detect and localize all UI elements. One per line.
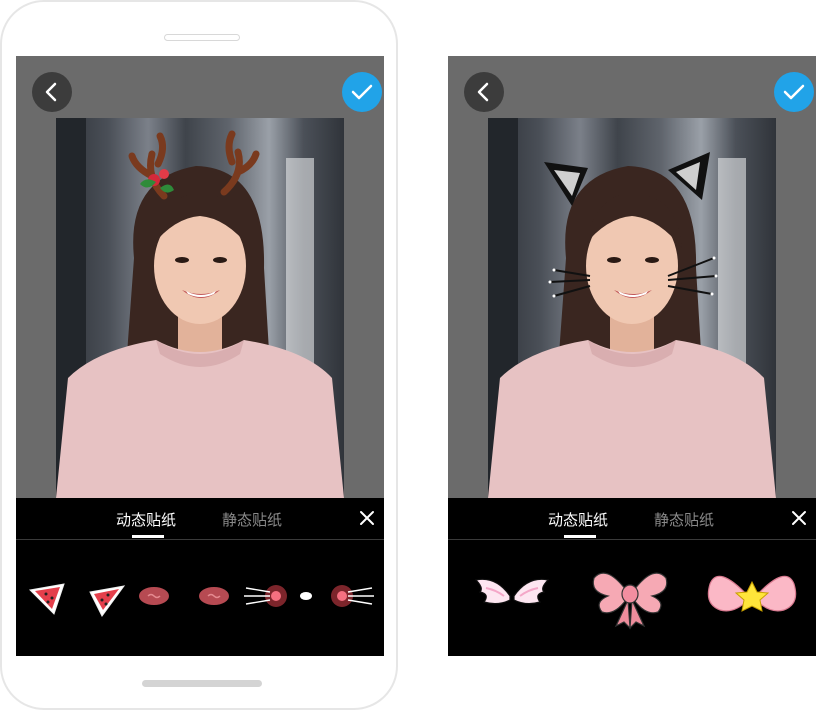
sticker-nose-dot[interactable] — [299, 590, 313, 602]
sticker-list — [16, 540, 384, 656]
back-button[interactable] — [464, 72, 504, 112]
active-tab-indicator — [564, 535, 596, 538]
sticker-panel: 动态贴纸 静态贴纸 — [16, 498, 384, 656]
phone-speaker — [164, 34, 240, 41]
sticker-watermelon-ear-right[interactable] — [84, 578, 128, 618]
checkmark-icon — [783, 84, 805, 100]
tab-dynamic-stickers[interactable]: 动态贴纸 — [548, 509, 608, 530]
sticker-editor-screen-left: 动态贴纸 静态贴纸 — [16, 56, 384, 656]
sticker-whisker-blush-left[interactable] — [242, 578, 290, 614]
confirm-button[interactable] — [342, 72, 382, 112]
close-icon — [360, 511, 374, 525]
photo-preview — [488, 118, 776, 498]
tab-dynamic-stickers[interactable]: 动态贴纸 — [116, 509, 176, 530]
tab-static-stickers[interactable]: 静态贴纸 — [654, 509, 714, 530]
sticker-tab-bar: 动态贴纸 静态贴纸 — [16, 498, 384, 540]
sticker-blush-cheek[interactable] — [196, 584, 232, 608]
sticker-list — [448, 540, 816, 656]
sticker-watermelon-ear-left[interactable] — [26, 578, 70, 618]
sticker-angel-wings[interactable] — [470, 570, 554, 618]
close-button[interactable] — [356, 507, 378, 529]
chevron-left-icon — [45, 82, 57, 102]
close-icon — [792, 511, 806, 525]
back-button[interactable] — [32, 72, 72, 112]
tab-static-stickers[interactable]: 静态贴纸 — [222, 509, 282, 530]
sticker-pink-bow[interactable] — [588, 562, 672, 630]
close-button[interactable] — [788, 507, 810, 529]
sticker-blush-cheek[interactable] — [136, 584, 172, 608]
sticker-pink-bow-star[interactable] — [704, 564, 800, 628]
sticker-whisker-blush-right[interactable] — [326, 578, 376, 614]
confirm-button[interactable] — [774, 72, 814, 112]
photo-preview — [56, 118, 344, 498]
chevron-left-icon — [477, 82, 489, 102]
phone-home-bar — [142, 680, 262, 687]
active-tab-indicator — [132, 535, 164, 538]
sticker-panel: 动态贴纸 静态贴纸 — [448, 498, 816, 656]
sticker-tab-bar: 动态贴纸 静态贴纸 — [448, 498, 816, 540]
sticker-editor-screen-right: 动态贴纸 静态贴纸 — [448, 56, 816, 656]
checkmark-icon — [351, 84, 373, 100]
